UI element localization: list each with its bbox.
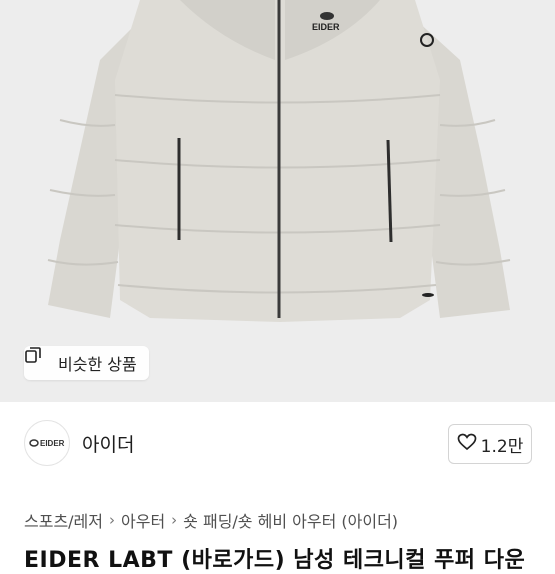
svg-text:EIDER: EIDER	[40, 439, 65, 448]
product-title: EIDER LABT (바로가드) 남성 테크니컬 푸퍼 다운	[24, 548, 526, 573]
similar-products-label: 비슷한 상품	[58, 355, 137, 374]
shop-name[interactable]: 아이더	[82, 430, 134, 457]
eider-logo: EIDER	[29, 439, 65, 448]
like-count: 1.2만	[480, 436, 524, 457]
breadcrumb-item-outer[interactable]: 아우터	[121, 508, 165, 532]
shop-row: EIDER 아이더 1.2만	[0, 402, 555, 484]
similar-products-button[interactable]: 비슷한 상품	[24, 346, 149, 380]
chevron-right-icon: ›	[171, 511, 178, 529]
breadcrumb-item-sports[interactable]: 스포츠/레저	[24, 508, 103, 532]
product-image[interactable]: EIDER 비슷한 상품	[0, 0, 555, 402]
breadcrumb-item-short-padding[interactable]: 숏 패딩/숏 헤비 아우터 (아이더)	[183, 508, 398, 532]
shop-avatar[interactable]: EIDER	[24, 420, 70, 466]
like-button[interactable]: 1.2만	[448, 424, 532, 464]
heart-icon	[457, 433, 477, 456]
jacket-illustration: EIDER	[47, 0, 511, 322]
chevron-right-icon: ›	[109, 511, 115, 529]
svg-text:EIDER: EIDER	[312, 22, 340, 32]
breadcrumb: 스포츠/레저 › 아우터 › 숏 패딩/숏 헤비 아우터 (아이더)	[24, 508, 398, 532]
copy-icon	[25, 347, 52, 372]
